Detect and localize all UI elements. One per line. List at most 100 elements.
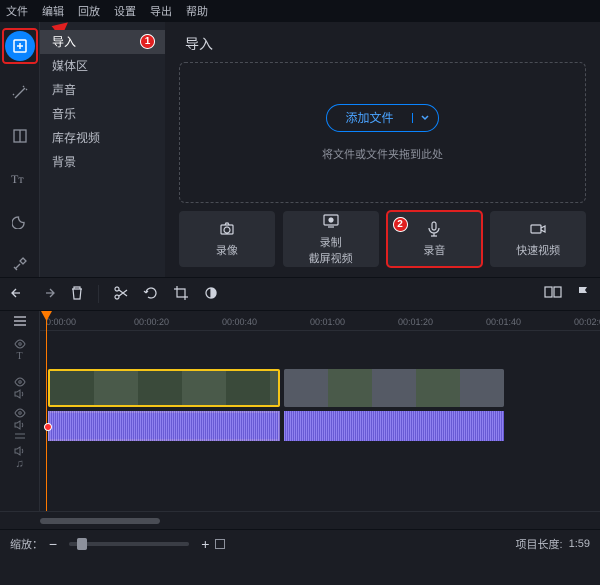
cut-button[interactable] bbox=[113, 285, 129, 304]
rotate-icon bbox=[143, 285, 159, 301]
speaker-icon bbox=[14, 389, 26, 399]
sidebar-item-label: 库存视频 bbox=[52, 131, 100, 145]
redo-button[interactable] bbox=[40, 285, 56, 304]
svg-text:Tт: Tт bbox=[11, 172, 24, 185]
project-duration-label: 项目长度: bbox=[516, 536, 563, 552]
marker-button[interactable] bbox=[576, 285, 590, 304]
capture-row: 录像 录制 截屏视频 2 录音 快速视频 bbox=[179, 211, 586, 267]
sidebar-item-label: 背景 bbox=[52, 155, 76, 169]
timeline-body[interactable]: 0:00:00 00:00:20 00:00:40 00:01:00 00:01… bbox=[40, 311, 600, 511]
split-view-button[interactable] bbox=[544, 285, 562, 304]
sidebar-item-label: 声音 bbox=[52, 83, 76, 97]
zoom-slider-thumb[interactable] bbox=[77, 538, 87, 550]
tool-layout[interactable] bbox=[5, 123, 35, 150]
audio-clip-2[interactable] bbox=[284, 411, 504, 441]
text-track-icon: T bbox=[16, 351, 22, 362]
video-clip-1[interactable] bbox=[48, 369, 280, 407]
capture-label: 录制 截屏视频 bbox=[309, 234, 353, 266]
scissors-icon bbox=[113, 285, 129, 301]
zoom-out-button[interactable]: − bbox=[49, 536, 57, 552]
track-head-text[interactable]: T bbox=[0, 331, 39, 369]
wand-icon bbox=[12, 85, 28, 101]
speaker-icon bbox=[14, 420, 26, 430]
add-file-button[interactable]: 添加文件 bbox=[326, 104, 438, 132]
callout-badge-1: 1 bbox=[140, 34, 155, 49]
menu-playback[interactable]: 回放 bbox=[78, 3, 100, 19]
crop-button[interactable] bbox=[173, 285, 189, 304]
trash-icon bbox=[70, 285, 84, 301]
status-bar: 缩放： − + 项目长度: 1:59 bbox=[0, 529, 600, 557]
sidebar-item-label: 导入 bbox=[52, 35, 76, 49]
project-duration-value: 1:59 bbox=[569, 538, 590, 550]
ruler-tick: 0:00:00 bbox=[46, 317, 76, 327]
audio-clip-1[interactable] bbox=[48, 411, 280, 441]
quick-video-icon bbox=[529, 220, 547, 238]
layout-icon bbox=[12, 128, 28, 144]
callout-badge-2: 2 bbox=[393, 217, 408, 232]
add-file-dropdown[interactable] bbox=[412, 113, 438, 123]
menu-file[interactable]: 文件 bbox=[6, 3, 28, 19]
time-ruler[interactable]: 0:00:00 00:00:20 00:00:40 00:01:00 00:01… bbox=[40, 311, 600, 331]
adjust-button[interactable] bbox=[203, 285, 219, 304]
track-head-video[interactable] bbox=[0, 369, 39, 407]
tool-moon[interactable] bbox=[5, 208, 35, 235]
sidebar-item-bg[interactable]: 背景 bbox=[40, 150, 165, 174]
capture-label: 快速视频 bbox=[516, 242, 560, 258]
sidebar-item-import[interactable]: 导入 1 bbox=[40, 30, 165, 54]
zoom-in-button[interactable]: + bbox=[201, 536, 209, 552]
import-panel: 导入 添加文件 将文件或文件夹拖到此处 录像 录制 截屏视频 2 录 bbox=[165, 22, 600, 277]
tool-tools[interactable] bbox=[5, 250, 35, 277]
music-note-icon: ♫ bbox=[15, 458, 23, 470]
timeline-scrollbar[interactable] bbox=[0, 511, 600, 529]
flag-icon bbox=[576, 285, 590, 301]
video-clip-2[interactable] bbox=[284, 369, 504, 407]
track-head-audio[interactable]: ♫ bbox=[0, 441, 39, 475]
eye-icon bbox=[14, 408, 26, 418]
audio-fade-handle[interactable] bbox=[44, 423, 52, 431]
ruler-tick: 00:01:40 bbox=[486, 317, 521, 327]
sliders-icon bbox=[14, 432, 26, 440]
tool-wand[interactable] bbox=[5, 80, 35, 107]
undo-button[interactable] bbox=[10, 285, 26, 304]
timeline-toolbar bbox=[0, 277, 600, 311]
sidebar-item-stock[interactable]: 库存视频 bbox=[40, 126, 165, 150]
ruler-tick: 00:00:40 bbox=[222, 317, 257, 327]
redo-icon bbox=[40, 285, 56, 301]
menu-export[interactable]: 导出 bbox=[150, 3, 172, 19]
tools-icon bbox=[12, 256, 28, 272]
panel-title: 导入 bbox=[185, 34, 586, 54]
split-icon bbox=[544, 285, 562, 299]
top-area: Tт 导入 1 媒体区 声音 音乐 库存视频 背景 导入 添加文件 bbox=[0, 22, 600, 277]
menu-settings[interactable]: 设置 bbox=[114, 3, 136, 19]
zoom-fit-button[interactable] bbox=[215, 539, 225, 549]
tool-text[interactable]: Tт bbox=[5, 165, 35, 192]
chevron-down-icon bbox=[420, 113, 430, 123]
sidebar-item-media[interactable]: 媒体区 bbox=[40, 54, 165, 78]
timeline: T ♫ 0:00:00 00:00:20 00:00:40 00:01:00 0… bbox=[0, 311, 600, 511]
zoom-label: 缩放： bbox=[10, 536, 43, 552]
capture-quick-video-button[interactable]: 快速视频 bbox=[490, 211, 586, 267]
eye-icon bbox=[14, 339, 26, 349]
track-head-overlay[interactable] bbox=[0, 407, 39, 441]
zoom-slider[interactable] bbox=[69, 542, 189, 546]
rotate-button[interactable] bbox=[143, 285, 159, 304]
microphone-icon bbox=[425, 220, 443, 238]
sidebar-item-label: 媒体区 bbox=[52, 59, 88, 73]
overlay-track[interactable] bbox=[40, 411, 600, 443]
delete-button[interactable] bbox=[70, 285, 84, 304]
track-options-button[interactable] bbox=[0, 311, 39, 331]
menu-help[interactable]: 帮助 bbox=[186, 3, 208, 19]
settings-lines-icon bbox=[13, 315, 27, 327]
sidebar-item-sound[interactable]: 声音 bbox=[40, 78, 165, 102]
capture-label: 录音 bbox=[423, 242, 445, 258]
ruler-tick: 00:02:00 bbox=[574, 317, 600, 327]
video-track[interactable] bbox=[40, 369, 600, 407]
sidebar-item-music[interactable]: 音乐 bbox=[40, 102, 165, 126]
menu-edit[interactable]: 编辑 bbox=[42, 3, 64, 19]
capture-camera-button[interactable]: 录像 bbox=[179, 211, 275, 267]
tool-import[interactable] bbox=[5, 31, 35, 61]
scrollbar-thumb[interactable] bbox=[40, 518, 160, 524]
capture-screen-button[interactable]: 录制 截屏视频 bbox=[283, 211, 379, 267]
drop-zone[interactable]: 添加文件 将文件或文件夹拖到此处 bbox=[179, 62, 586, 203]
capture-audio-button[interactable]: 2 录音 bbox=[387, 211, 483, 267]
